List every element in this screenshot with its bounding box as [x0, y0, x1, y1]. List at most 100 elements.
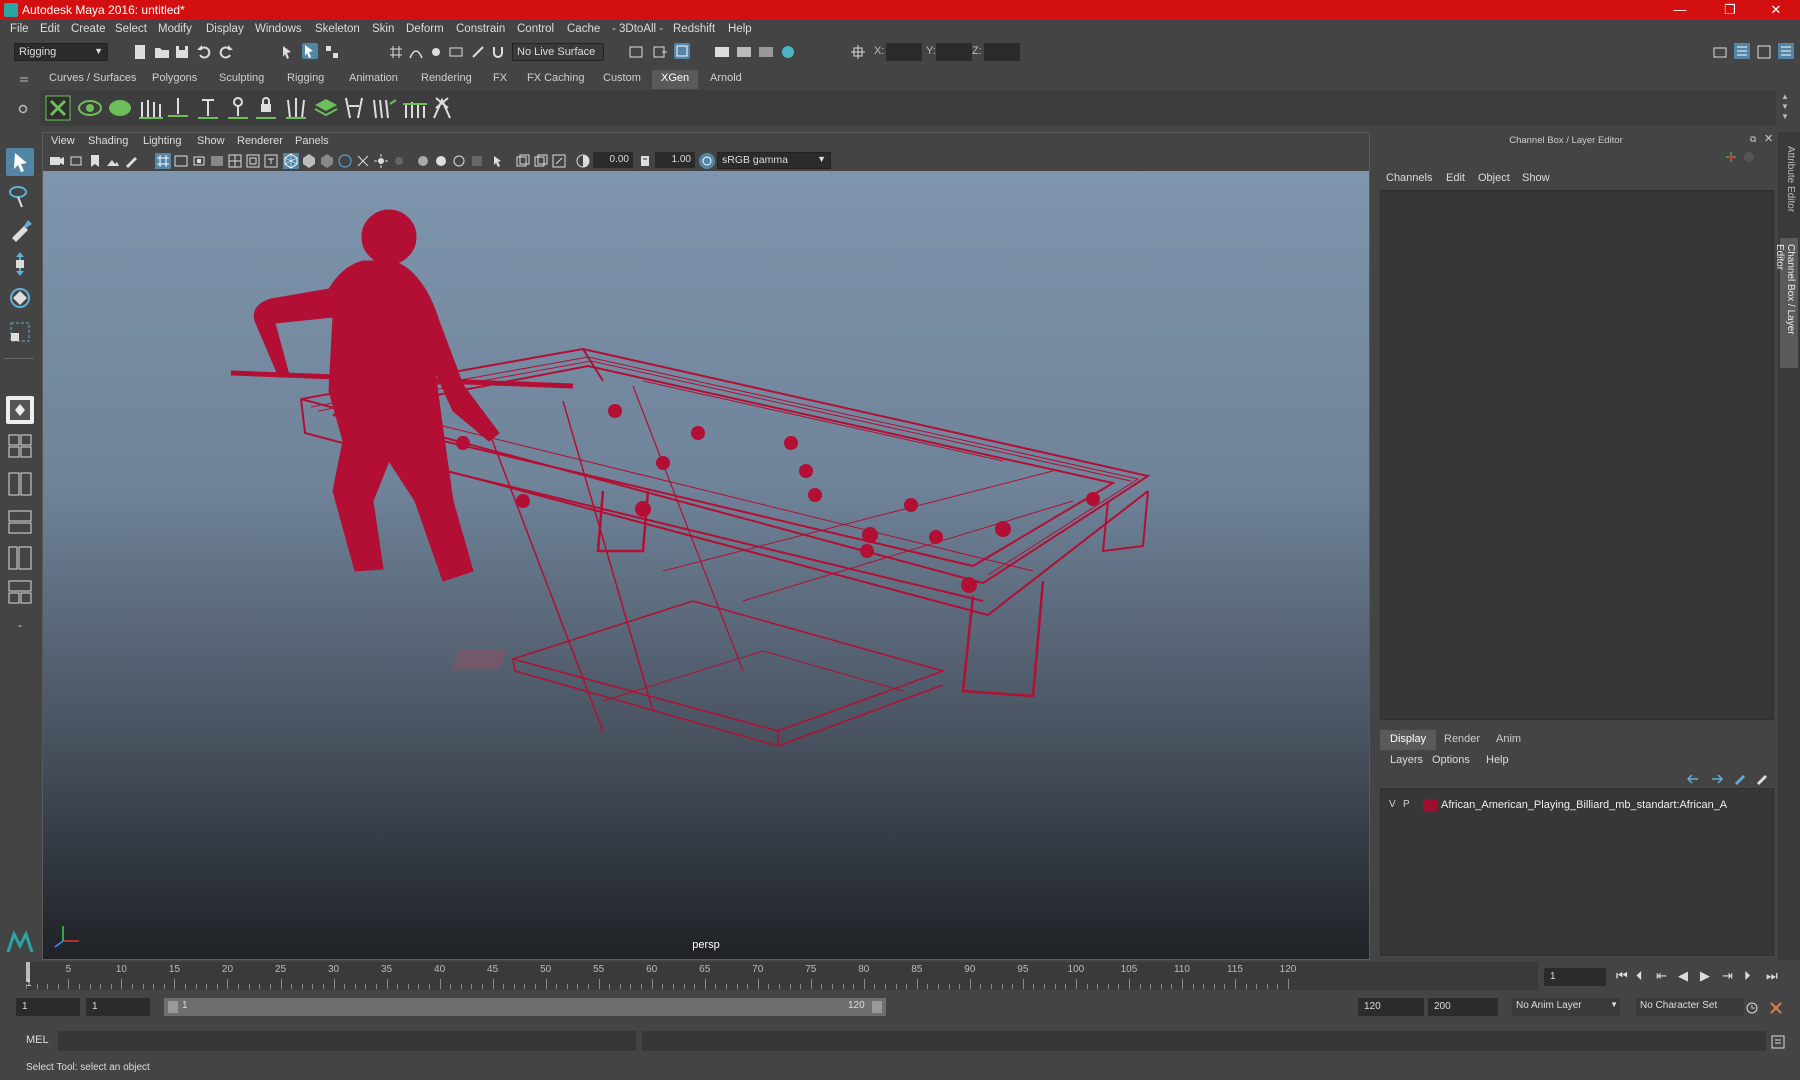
ambient-occlusion-icon[interactable] [415, 153, 431, 169]
snap-view-plane-icon[interactable] [448, 44, 464, 60]
motion-blur-icon[interactable] [433, 153, 449, 169]
vp-menu-view[interactable]: View [51, 135, 75, 147]
menu-create[interactable]: Create [71, 23, 106, 35]
x-field[interactable] [886, 43, 922, 61]
channel-box-area[interactable] [1380, 190, 1774, 720]
outliner-layout-icon[interactable] [6, 578, 34, 606]
default-material-icon[interactable] [319, 153, 335, 169]
depth-of-field-icon[interactable] [469, 153, 485, 169]
frame-selection-icon[interactable] [551, 153, 567, 169]
close-panel-icon[interactable]: ✕ [1764, 132, 1774, 145]
menu-3dtoall[interactable]: - 3DtoAll - [612, 23, 663, 35]
render-current-icon[interactable] [714, 44, 730, 60]
play-backward-icon[interactable]: ◀ [1678, 968, 1688, 984]
cb-menu-channels[interactable]: Channels [1386, 172, 1432, 184]
scale-tool-icon[interactable] [6, 318, 34, 346]
channel-box-display-icon[interactable] [1724, 150, 1738, 164]
save-scene-icon[interactable] [174, 44, 190, 60]
step-back-frame-icon[interactable]: ⇤ [1656, 968, 1667, 984]
camera-attributes-icon[interactable] [69, 153, 85, 169]
tab-curves-surfaces[interactable]: Curves / Surfaces [40, 70, 145, 89]
go-to-start-icon[interactable]: ⏮ [1616, 968, 1628, 984]
xgen-grass-icon[interactable] [282, 94, 310, 122]
play-forward-icon[interactable]: ▶ [1700, 968, 1710, 984]
snap-curve-icon[interactable] [408, 44, 424, 60]
new-scene-icon[interactable] [132, 44, 148, 60]
tab-polygons[interactable]: Polygons [143, 70, 206, 89]
tab-fx-caching[interactable]: FX Caching [518, 70, 593, 89]
ipr-render-icon[interactable] [736, 44, 752, 60]
snap-live-icon[interactable] [470, 44, 486, 60]
wireframe-on-shaded-icon[interactable] [337, 153, 353, 169]
redo-icon[interactable] [218, 44, 234, 60]
field-chart-icon[interactable] [227, 153, 243, 169]
layer-tab-render[interactable]: Render [1434, 730, 1490, 750]
side-by-side-layout-icon[interactable] [6, 470, 34, 498]
select-component-icon[interactable] [324, 44, 340, 60]
menu-windows[interactable]: Windows [255, 23, 302, 35]
vp-menu-lighting[interactable]: Lighting [143, 135, 182, 147]
menu-help[interactable]: Help [728, 23, 752, 35]
layer-tab-display[interactable]: Display [1380, 730, 1437, 750]
layer-menu-help[interactable]: Help [1486, 754, 1509, 766]
cb-menu-edit[interactable]: Edit [1446, 172, 1465, 184]
range-start-handle[interactable] [168, 1001, 178, 1013]
color-management-icon[interactable] [699, 153, 715, 169]
hypershade-icon[interactable] [780, 44, 796, 60]
tab-rendering[interactable]: Rendering [412, 70, 481, 89]
scene-start-field[interactable]: 1 [16, 998, 80, 1016]
wireframe-icon[interactable] [283, 153, 299, 169]
restore-button[interactable]: ❐ [1710, 1, 1750, 19]
menu-constrain[interactable]: Constrain [456, 23, 505, 35]
safe-action-icon[interactable] [245, 153, 261, 169]
xgen-add-guide-icon[interactable] [194, 94, 222, 122]
step-forward-frame-icon[interactable]: ⇥ [1722, 968, 1733, 984]
open-scene-icon[interactable] [154, 44, 170, 60]
xgen-sculpt-icon[interactable] [340, 94, 368, 122]
rotate-tool-icon[interactable] [6, 284, 34, 312]
xgen-create-icon[interactable] [106, 94, 134, 122]
minimize-button[interactable]: — [1660, 1, 1700, 19]
lasso-tool-icon[interactable] [6, 182, 34, 210]
construction-history-icon[interactable] [674, 43, 690, 59]
go-to-end-icon[interactable]: ⏭ [1766, 968, 1778, 984]
layer-row[interactable]: V P African_American_Playing_Billiard_mb… [1385, 797, 1771, 815]
tab-sculpting[interactable]: Sculpting [210, 70, 273, 89]
script-editor-icon[interactable] [1770, 1034, 1786, 1050]
layer-playback-toggle[interactable]: P [1403, 799, 1410, 810]
move-layer-down-icon[interactable] [1708, 772, 1724, 786]
tab-animation[interactable]: Animation [340, 70, 407, 89]
hud-icon[interactable] [533, 153, 549, 169]
shadows-icon[interactable] [391, 153, 407, 169]
tab-rigging[interactable]: Rigging [278, 70, 333, 89]
float-panel-icon[interactable]: ⧉ [1750, 134, 1760, 144]
move-layer-up-icon[interactable] [1686, 772, 1702, 786]
persp-outliner-layout-icon[interactable] [6, 544, 34, 572]
menu-modify[interactable]: Modify [158, 23, 192, 35]
menu-skin[interactable]: Skin [372, 23, 394, 35]
vp-menu-shading[interactable]: Shading [88, 135, 128, 147]
transform-mode-icon[interactable] [850, 44, 866, 60]
snap-point-icon[interactable] [428, 44, 444, 60]
textured-icon[interactable] [515, 153, 531, 169]
film-gate-icon[interactable] [173, 153, 189, 169]
output-ops-icon[interactable] [652, 44, 668, 60]
resolution-gate-icon[interactable] [191, 153, 207, 169]
safe-title-icon[interactable] [263, 153, 279, 169]
vp-menu-renderer[interactable]: Renderer [237, 135, 283, 147]
xgen-comb-icon[interactable] [370, 94, 398, 122]
shelf-scroll[interactable]: ▲ ▼ ▼ [1778, 92, 1792, 126]
viewport-canvas[interactable]: persp [43, 171, 1369, 959]
anim-prefs-icon[interactable] [1768, 1000, 1784, 1016]
menu-edit[interactable]: Edit [40, 23, 60, 35]
gear-icon[interactable] [18, 104, 28, 114]
xgen-cut-icon[interactable] [400, 94, 428, 122]
menu-deform[interactable]: Deform [406, 23, 444, 35]
xgen-lock-icon[interactable] [252, 94, 280, 122]
channel-box-key-icon[interactable] [1742, 150, 1756, 164]
paint-select-tool-icon[interactable] [6, 216, 34, 244]
current-frame-field[interactable]: 1 [1544, 968, 1606, 986]
cb-menu-show[interactable]: Show [1522, 172, 1550, 184]
color-space-dropdown[interactable]: sRGB gamma ▼ [717, 152, 831, 169]
render-settings-icon[interactable] [758, 44, 774, 60]
